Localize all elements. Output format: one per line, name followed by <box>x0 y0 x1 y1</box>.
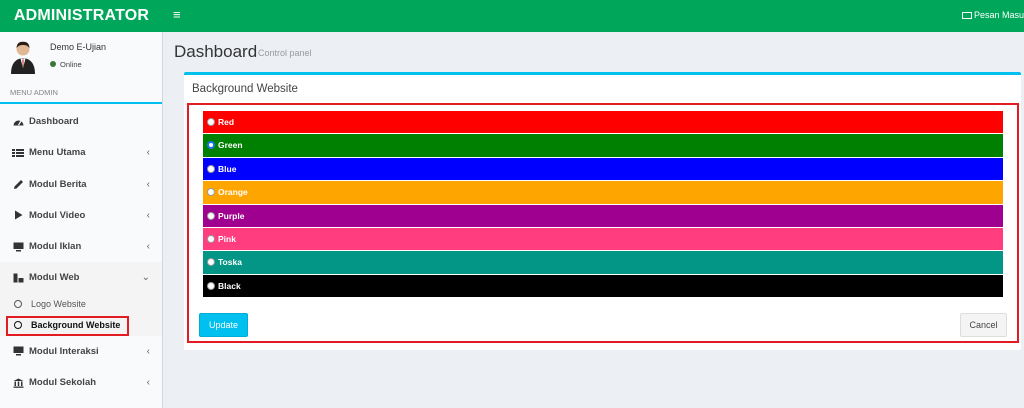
sidebar-toggle-button[interactable]: ≡ <box>173 0 181 32</box>
highlight-annotation <box>187 103 1019 343</box>
sidebar-item-label: Modul Video <box>29 209 86 221</box>
list-icon <box>12 137 24 168</box>
chevron-left-icon: ‹ <box>146 147 150 159</box>
chevron-left-icon: ‹ <box>146 209 150 221</box>
sidebar-item-modul-interaksi[interactable]: Modul Interaksi ‹ <box>0 336 162 367</box>
page-subtitle: Control panel <box>258 48 312 58</box>
sidebar-item-label: Modul Iklan <box>29 241 82 253</box>
messages-link[interactable]: Pesan Masu <box>961 0 1024 32</box>
monitor-icon <box>12 231 24 262</box>
dashboard-icon <box>12 106 24 137</box>
highlight-annotation <box>6 316 129 336</box>
chevron-left-icon: ‹ <box>146 178 150 190</box>
chevron-left-icon: ‹ <box>146 241 150 253</box>
messages-label: Pesan Masu <box>973 10 1024 20</box>
sidebar-item-menu-utama[interactable]: Menu Utama ‹ <box>0 137 162 168</box>
monitor-icon <box>12 336 24 367</box>
institution-icon <box>12 367 24 398</box>
sidebar-item-label: Modul Sekolah <box>29 377 97 389</box>
chevron-down-icon: ⌄ <box>141 272 150 284</box>
sidebar-item-modul-berita[interactable]: Modul Berita ‹ <box>0 169 162 200</box>
page-title: Dashboard <box>174 42 258 61</box>
user-status-label: Online <box>60 60 82 69</box>
pencil-icon <box>12 169 24 200</box>
circle-icon <box>14 299 22 308</box>
user-panel: Demo E-Ujian Online <box>0 32 162 78</box>
sidebar-item-label: Modul Web <box>29 272 80 284</box>
play-icon <box>12 200 24 231</box>
web-icon <box>12 262 24 293</box>
sidebar-item-dashboard[interactable]: Dashboard <box>0 106 162 137</box>
user-status: Online <box>50 60 82 69</box>
online-dot-icon <box>50 61 56 67</box>
sidebar-item-modul-web[interactable]: Modul Web ⌄ <box>0 262 162 294</box>
chevron-left-icon: ‹ <box>146 377 150 389</box>
submenu-item-logo-website[interactable]: Logo Website <box>0 294 162 315</box>
sidebar: Demo E-Ujian Online MENU ADMIN Dashboard… <box>0 32 163 408</box>
app-logo[interactable]: ADMINISTRATOR <box>0 0 163 32</box>
top-header: ADMINISTRATOR ≡ Pesan Masu <box>0 0 1024 32</box>
sidebar-item-label: Modul Interaksi <box>29 345 99 357</box>
envelope-icon <box>961 12 972 19</box>
sidebar-item-label: Dashboard <box>29 116 79 127</box>
user-name: Demo E-Ujian <box>50 42 107 52</box>
sidebar-item-modul-iklan[interactable]: Modul Iklan ‹ <box>0 231 162 262</box>
cancel-button[interactable]: Cancel <box>960 313 1007 337</box>
sidebar-item-modul-sekolah[interactable]: Modul Sekolah ‹ <box>0 367 162 398</box>
menu-section-header: MENU ADMIN <box>0 82 162 104</box>
box-title: Background Website <box>192 83 298 95</box>
submenu-item-label: Logo Website <box>31 298 86 309</box>
sidebar-item-label: Modul Berita <box>29 178 87 190</box>
sidebar-item-modul-video[interactable]: Modul Video ‹ <box>0 200 162 231</box>
avatar <box>11 41 35 74</box>
sidebar-item-label: Menu Utama <box>29 147 86 159</box>
sidebar-menu: Dashboard Menu Utama ‹ Modul Berita ‹ Mo… <box>0 106 162 398</box>
chevron-left-icon: ‹ <box>146 345 150 357</box>
update-button[interactable]: Update <box>199 313 248 337</box>
